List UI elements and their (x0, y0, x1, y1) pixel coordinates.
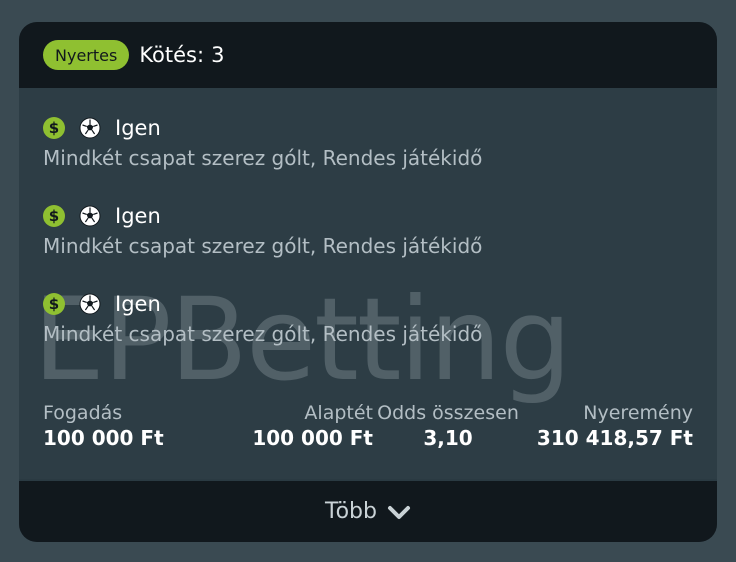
soccer-ball-icon (79, 293, 101, 315)
bet-count: Kötés: 3 (139, 43, 224, 67)
bet-slip-header: Nyertes Kötés: 3 (19, 22, 717, 88)
base-stake-value: 100 000 Ft (252, 426, 373, 450)
winnings-label: Nyeremény (583, 402, 693, 424)
status-badge: Nyertes (43, 40, 130, 70)
stake-value: 100 000 Ft (43, 426, 164, 450)
more-button-label: Több (325, 499, 377, 524)
more-button[interactable]: Több (19, 479, 717, 542)
selection-item: $ Igen Mindkét csapat szerez gólt, Rende… (43, 290, 703, 346)
stake-label: Fogadás (43, 402, 123, 424)
winnings-value: 310 418,57 Ft (536, 426, 693, 450)
selection-market: Mindkét csapat szerez gólt, Rendes játék… (43, 234, 483, 258)
dollar-icon: $ (43, 117, 65, 139)
selection-item: $ Igen Mindkét csapat szerez gólt, Rende… (43, 114, 703, 170)
selection-outcome: Igen (115, 116, 161, 140)
selection-market: Mindkét csapat szerez gólt, Rendes játék… (43, 146, 483, 170)
dollar-icon: $ (43, 205, 65, 227)
bet-count-label: Kötés: (139, 43, 205, 67)
winnings-column: Nyeremény 310 418,57 Ft (537, 402, 693, 450)
base-stake-label: Alaptét (304, 402, 373, 424)
selection-outcome: Igen (115, 292, 161, 316)
selection-market: Mindkét csapat szerez gólt, Rendes játék… (43, 322, 483, 346)
total-odds-column: Odds összesen 3,10 (368, 402, 528, 450)
chevron-down-icon (387, 500, 411, 524)
soccer-ball-icon (79, 117, 101, 139)
bet-count-value: 3 (211, 43, 225, 67)
bet-slip-body: EPBetting $ Igen Mindkét csapat szerez g… (19, 88, 717, 479)
selection-item: $ Igen Mindkét csapat szerez gólt, Rende… (43, 202, 703, 258)
stake-column: Fogadás 100 000 Ft (43, 402, 164, 450)
bet-summary: Fogadás 100 000 Ft Alaptét 100 000 Ft Od… (43, 402, 693, 458)
dollar-icon: $ (43, 293, 65, 315)
base-stake-column: Alaptét 100 000 Ft (223, 402, 373, 450)
soccer-ball-icon (79, 205, 101, 227)
bet-slip-card: Nyertes Kötés: 3 EPBetting $ Igen Mindké… (19, 22, 717, 542)
total-odds-value: 3,10 (423, 426, 473, 450)
total-odds-label: Odds összesen (377, 402, 519, 424)
selection-outcome: Igen (115, 204, 161, 228)
